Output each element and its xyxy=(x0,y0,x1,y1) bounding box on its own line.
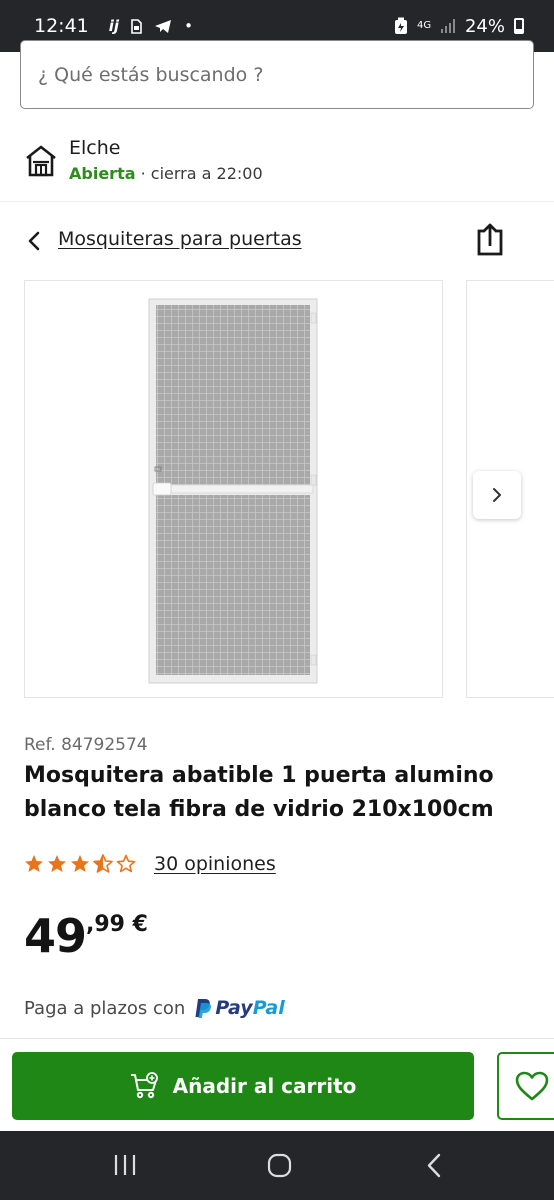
star-half-icon xyxy=(93,854,113,873)
notification-icons: ij • xyxy=(109,17,193,35)
battery-saver-icon xyxy=(394,17,407,34)
network-type: 4G xyxy=(416,20,432,31)
back-icon[interactable] xyxy=(426,1153,442,1178)
battery-percent: 24% xyxy=(464,15,505,37)
installments-info: Paga a plazos con PayPal xyxy=(24,997,285,1019)
gallery-next-button[interactable] xyxy=(473,471,521,519)
battery-icon xyxy=(514,18,524,34)
breadcrumb-category-link[interactable]: Mosquiteras para puertas xyxy=(58,228,302,250)
product-title: Mosquitera abatible 1 puerta alumino bla… xyxy=(24,763,494,822)
star-full-icon xyxy=(48,855,66,872)
price-integer: 49 xyxy=(24,909,87,963)
search-bar[interactable] xyxy=(20,40,534,109)
price-decimals: ,99 € xyxy=(86,912,148,937)
store-open-label: Abierta xyxy=(69,164,136,183)
store-selector[interactable]: Elche Abierta · cierra a 22:00 xyxy=(0,124,554,202)
chevron-left-icon[interactable] xyxy=(24,230,46,252)
more-notifications-dot: • xyxy=(184,17,193,35)
paypal-wordmark: PayPal xyxy=(215,997,284,1019)
product-ref: Ref. 84792574 xyxy=(24,735,148,755)
share-icon[interactable] xyxy=(474,222,506,256)
heart-icon xyxy=(515,1071,549,1101)
product-image xyxy=(148,298,318,684)
wishlist-button[interactable] xyxy=(497,1052,554,1120)
recents-icon[interactable] xyxy=(113,1154,137,1176)
breadcrumb: Mosquiteras para puertas xyxy=(0,218,554,264)
store-status: Abierta · cierra a 22:00 xyxy=(69,164,263,183)
reviews-link[interactable]: 30 opiniones xyxy=(154,853,276,875)
store-hours: · cierra a 22:00 xyxy=(135,164,263,183)
store-icon xyxy=(26,145,56,177)
star-empty-icon xyxy=(116,854,136,873)
product-image-card[interactable] xyxy=(24,280,443,698)
store-name: Elche xyxy=(69,137,121,159)
home-icon[interactable] xyxy=(267,1153,292,1178)
sticky-action-bar: Añadir al carrito xyxy=(0,1038,554,1131)
star-full-icon xyxy=(71,855,89,872)
cart-add-icon xyxy=(130,1072,158,1099)
rating-stars xyxy=(24,854,136,874)
search-input[interactable] xyxy=(38,63,533,86)
product-gallery[interactable] xyxy=(24,280,554,698)
add-to-cart-button[interactable]: Añadir al carrito xyxy=(12,1052,474,1120)
status-right: 4G 24% xyxy=(394,16,524,37)
signal-icon xyxy=(440,19,455,33)
product-price: 49 ,99 € xyxy=(24,908,148,964)
installments-text: Paga a plazos con xyxy=(24,997,186,1019)
app-notification-icon: ij xyxy=(108,17,120,35)
paypal-word-pal: Pal xyxy=(252,997,285,1019)
sim-card-icon xyxy=(131,18,142,34)
paypal-icon xyxy=(195,998,212,1018)
add-to-cart-label: Añadir al carrito xyxy=(172,1074,357,1098)
star-full-icon xyxy=(25,855,43,872)
chevron-right-icon xyxy=(493,488,501,502)
paypal-logo: PayPal xyxy=(194,997,285,1019)
system-navigation-bar xyxy=(0,1131,554,1200)
product-rating: 30 opiniones xyxy=(24,850,276,878)
status-time: 12:41 xyxy=(34,15,89,37)
paypal-word-pay: Pay xyxy=(215,997,253,1019)
telegram-icon xyxy=(155,19,172,33)
